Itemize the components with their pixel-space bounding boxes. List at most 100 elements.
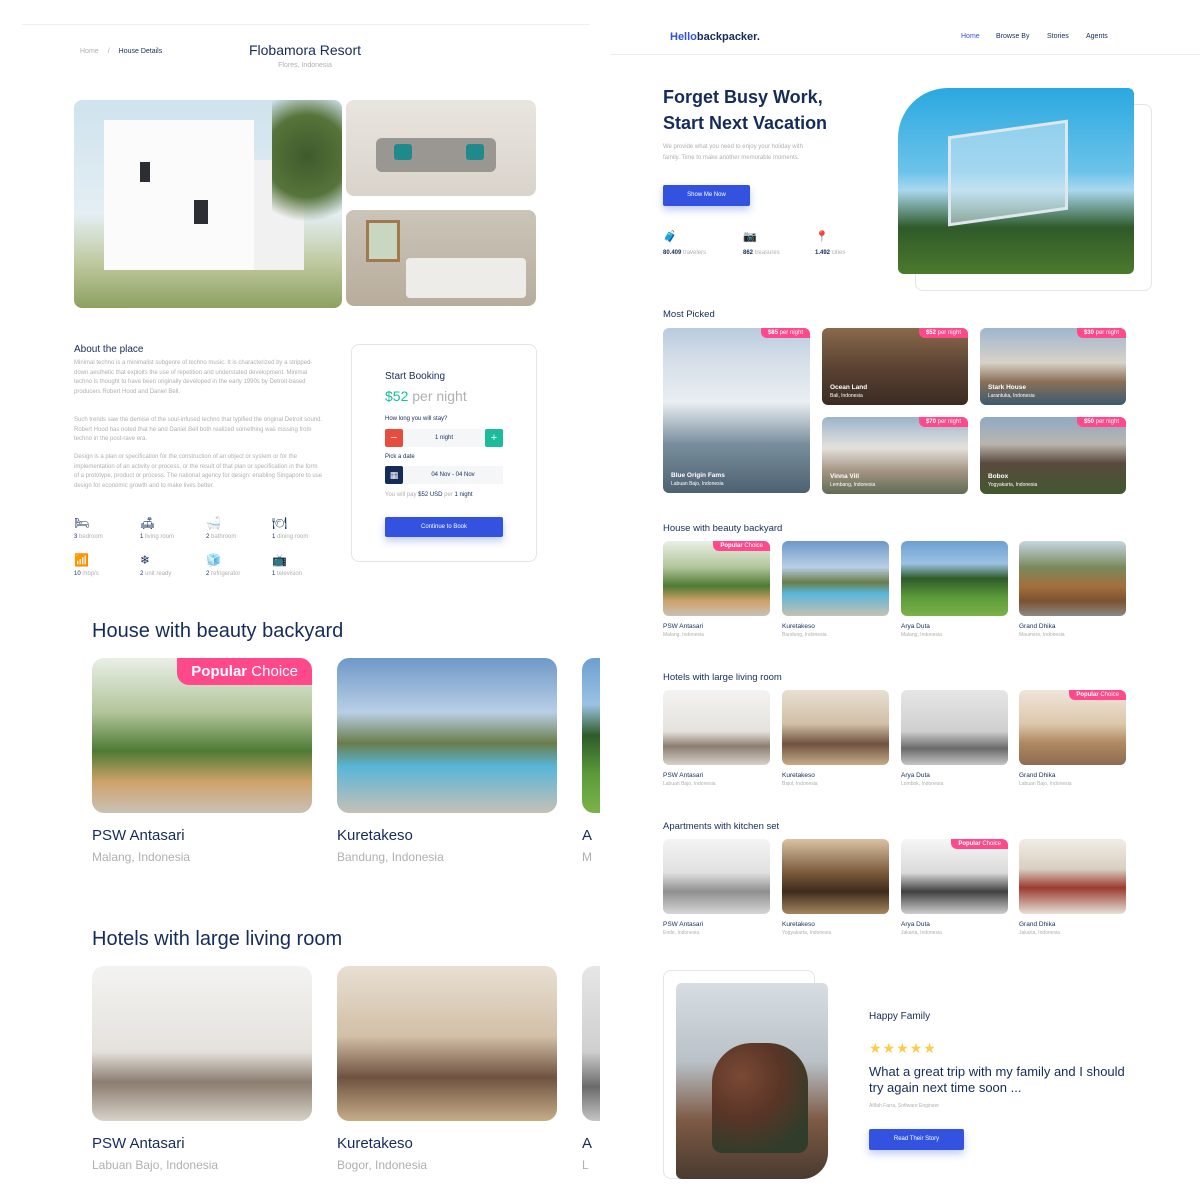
feature-label: living room — [145, 534, 175, 540]
photo-window — [194, 200, 208, 224]
nav-agents[interactable]: Agents — [1086, 33, 1108, 40]
property-card[interactable]: A L — [582, 966, 600, 1172]
feature-refrigerator: 🧊 2 refrigerator — [206, 553, 272, 577]
category-card-location: Malang, Indonesia — [663, 632, 704, 638]
popular-choice-badge: Popular Choice — [177, 658, 312, 685]
section-heading: House with beauty backyard — [92, 620, 344, 642]
most-picked-name: Bobox — [988, 473, 1009, 480]
price-badge: $70 per night — [918, 417, 968, 427]
breadcrumb-home-link[interactable]: Home — [80, 48, 99, 55]
property-card[interactable]: PSW Antasari Labuan Bajo, Indonesia — [92, 966, 312, 1172]
most-picked-name: Vinna Vill — [830, 473, 860, 480]
most-picked-card[interactable]: $50 per night Bobox Yogyakarta, Indonesi… — [980, 417, 1126, 494]
breadcrumb-current: House Details — [118, 48, 163, 55]
photo-bed — [406, 258, 526, 298]
feature-label: unit ready — [145, 571, 172, 577]
feature-label: bathroom — [211, 534, 237, 540]
category-card[interactable]: Arya Duta Lombok, Indonesia — [901, 690, 1008, 787]
hero-glass-house — [948, 119, 1068, 227]
show-me-now-button[interactable]: Show Me Now — [663, 185, 750, 206]
category-card-image: Popular Choice — [1019, 690, 1126, 765]
living-room-icon: 🛋 — [140, 516, 156, 530]
brand-logo[interactable]: Hellobackpacker. — [670, 31, 760, 43]
photo-building — [104, 120, 254, 270]
category-card-location: Bandung, Indonesia — [782, 632, 827, 638]
property-card[interactable]: Kuretakeso Bogor, Indonesia — [337, 966, 557, 1172]
nav-stories[interactable]: Stories — [1047, 33, 1069, 40]
section-heading: Hotels with large living room — [92, 928, 343, 950]
feature-living-room: 🛋 1 living room — [140, 516, 206, 540]
category-card-location: Malang, Indonesia — [901, 632, 942, 638]
property-card[interactable]: Kuretakeso Bandung, Indonesia — [337, 658, 557, 864]
category-card[interactable]: PSW Antasari Ende, Indonesia — [663, 839, 770, 936]
category-card[interactable]: Popular Choice PSW Antasari Malang, Indo… — [663, 541, 770, 638]
category-heading: House with beauty backyard — [663, 523, 783, 534]
category-card-location: Yogyakarta, Indonesia — [782, 930, 832, 936]
price-badge: $52 per night — [918, 328, 968, 338]
category-card-name: Grand Dhika — [1019, 772, 1056, 779]
feature-dining-room: 🍽 1 dining room — [272, 516, 338, 540]
photo-pillow — [394, 144, 412, 160]
category-card[interactable]: Kuretakeso Bajol, Indonesia — [782, 690, 889, 787]
booking-card: Start Booking $52 per night How long you… — [351, 344, 537, 562]
category-card[interactable]: Kuretakeso Bandung, Indonesia — [782, 541, 889, 638]
category-card-image — [782, 839, 889, 914]
property-card-location: L — [582, 1158, 589, 1172]
header-divider — [22, 24, 590, 25]
category-card[interactable]: Popular Choice Grand Dhika Labuan Bajo, … — [1019, 690, 1126, 787]
about-paragraph: Such trends saw the demise of the soul-i… — [74, 417, 323, 442]
feature-count: 2 — [140, 571, 144, 577]
category-card[interactable]: Arya Duta Malang, Indonesia — [901, 541, 1008, 638]
category-card-image — [782, 541, 889, 616]
category-card-image — [1019, 541, 1126, 616]
feature-count: 2 — [206, 571, 210, 577]
category-card-name: Kuretakeso — [782, 921, 815, 928]
testimonial-photo — [676, 983, 828, 1179]
category-card[interactable]: Grand Dhika Maumere, Indonesia — [1019, 541, 1126, 638]
calendar-icon[interactable]: ▦ — [385, 466, 403, 484]
traveler-icon: 🧳 — [663, 231, 677, 243]
category-card[interactable]: PSW Antasari Labuan Bajo, Indonesia — [663, 690, 770, 787]
category-card-location: Jakarta, Indonesia — [1019, 930, 1060, 936]
most-picked-card[interactable]: $30 per night Stark House Larantuka, Ind… — [980, 328, 1126, 405]
pay-mid: per — [444, 492, 453, 498]
pay-prefix: You will pay — [385, 492, 417, 498]
testimonial-heading: Happy Family — [869, 1011, 931, 1022]
property-main-photo[interactable] — [74, 100, 342, 308]
date-range-input[interactable]: 04 Nov - 04 Nov — [403, 466, 503, 484]
category-card[interactable]: Popular Choice Arya Duta Jakarta, Indone… — [901, 839, 1008, 936]
most-picked-card[interactable]: $52 per night Ocean Land Bali, Indonesia — [822, 328, 968, 405]
property-bedroom-photo[interactable] — [346, 210, 536, 306]
most-picked-card[interactable]: $85 per night Blue Origin Fams Labuan Ba… — [663, 328, 810, 493]
pick-date-label: Pick a date — [385, 454, 415, 460]
continue-to-book-button[interactable]: Continue to Book — [385, 517, 503, 537]
category-card[interactable]: Kuretakeso Yogyakarta, Indonesia — [782, 839, 889, 936]
read-their-story-button[interactable]: Read Their Story — [869, 1129, 964, 1150]
nav-home[interactable]: Home — [961, 33, 980, 40]
feature-bedroom: 🛏 3 bedroom — [74, 516, 140, 540]
property-living-photo[interactable] — [346, 100, 536, 196]
property-card-image — [92, 966, 312, 1121]
increase-nights-button[interactable]: + — [485, 429, 503, 447]
most-picked-card[interactable]: $70 per night Vinna Vill Lembang, Indone… — [822, 417, 968, 494]
nav-browse-by[interactable]: Browse By — [996, 33, 1029, 40]
photo-window — [366, 220, 400, 262]
nights-input[interactable]: 1 night — [403, 429, 485, 447]
category-card-image — [901, 541, 1008, 616]
category-card-name: Kuretakeso — [782, 623, 815, 630]
category-card-image — [663, 690, 770, 765]
category-card-name: PSW Antasari — [663, 772, 704, 779]
property-card-name: PSW Antasari — [92, 827, 185, 844]
testimonial-author: Afifah Farra, Software Engineer — [869, 1103, 940, 1109]
bathroom-icon: 🛁 — [206, 516, 221, 530]
property-card[interactable]: Popular Choice PSW Antasari Malang, Indo… — [92, 658, 312, 864]
payment-summary: You will pay $52 USD per 1 night — [385, 492, 473, 498]
category-card[interactable]: Grand Dhika Jakarta, Indonesia — [1019, 839, 1126, 936]
popular-choice-badge: Popular Choice — [713, 541, 770, 551]
decrease-nights-button[interactable]: − — [385, 429, 403, 447]
composite-screenshot: Home / House Details Flobamora Resort Flor… — [0, 0, 1200, 1200]
category-card-name: Arya Duta — [901, 921, 930, 928]
property-card[interactable]: A M — [582, 658, 600, 864]
category-heading: Apartments with kitchen set — [663, 821, 780, 832]
property-card-name: Kuretakeso — [337, 1135, 413, 1152]
